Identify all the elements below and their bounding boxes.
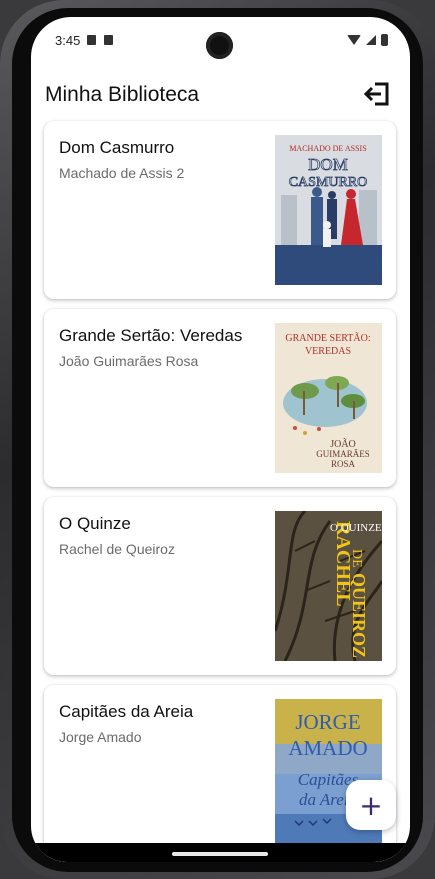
cover-text: JORGE [295,710,360,734]
book-author: Jorge Amado [59,729,142,745]
book-card[interactable]: O Quinze Rachel de Queiroz RACHEL DE O Q… [44,497,396,675]
cover-text: O QUINZE [330,522,382,534]
cover-text: DOM [308,155,348,174]
cover-text: AMADO [288,736,367,760]
logout-icon [363,82,389,106]
book-card[interactable]: Dom Casmurro Machado de Assis 2 MACHADO … [44,121,396,299]
book-author: João Guimarães Rosa [59,353,199,369]
add-book-button[interactable]: + [346,780,396,830]
book-cover: MACHADO DE ASSIS DOM CASMURRO [275,135,382,285]
book-cover: GRANDE SERTÃO: VEREDAS JOÃO GUIMARÃES RO… [275,323,382,473]
book-card[interactable]: Grande Sertão: Veredas João Guimarães Ro… [44,309,396,487]
signal-icon [366,35,376,45]
cover-text: GRANDE SERTÃO: [285,332,370,344]
status-bar: 3:45 [31,17,410,61]
app-bar: Minha Biblioteca [31,73,410,121]
status-time: 3:45 [55,33,81,48]
notification-icon [87,35,96,45]
book-title: Dom Casmurro [59,138,175,157]
battery-icon [381,34,388,46]
screen: 3:45 Minha Biblioteca Dom Casmurro Macha… [31,17,410,862]
sd-card-icon [104,35,113,45]
book-list[interactable]: Dom Casmurro Machado de Assis 2 MACHADO … [31,121,410,862]
book-author: Machado de Assis 2 [59,165,185,181]
gesture-handle[interactable] [172,852,268,856]
book-card[interactable]: Capitães da Areia Jorge Amado JORGE AMAD… [44,685,396,862]
status-icons [347,34,388,46]
logout-button[interactable] [362,79,392,109]
book-title: Capitães da Areia [59,702,194,721]
wifi-icon [347,35,361,45]
cover-text: QUEIROZ [349,573,369,658]
cover-text: VEREDAS [305,346,351,357]
book-title: O Quinze [59,514,131,533]
cover-text: DE [349,549,364,568]
front-camera [206,32,233,59]
cover-text: MACHADO DE ASSIS [289,144,366,153]
book-title: Grande Sertão: Veredas [59,326,243,345]
cover-text: GUIMARÃES [316,449,370,459]
cover-text: CASMURRO [289,175,368,190]
cover-text: ROSA [331,459,356,469]
page-title: Minha Biblioteca [45,83,200,106]
book-cover: RACHEL DE O QUINZE QUEIROZ [275,511,382,661]
book-author: Rachel de Queiroz [59,541,175,557]
